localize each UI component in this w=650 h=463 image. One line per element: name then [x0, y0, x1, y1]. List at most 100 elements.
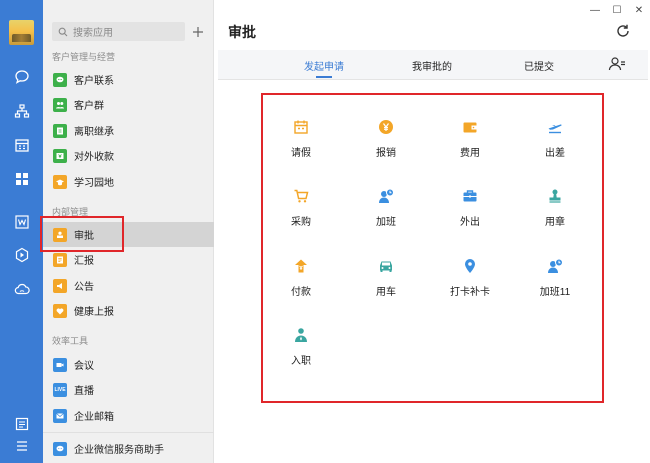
- sidebar-item-label: 企业邮箱: [74, 412, 114, 423]
- app-seal[interactable]: 用章: [525, 187, 585, 228]
- new-hire-icon: [292, 326, 310, 344]
- announcement-icon: [53, 278, 67, 293]
- payment-out-icon: [292, 257, 310, 275]
- minimize-button[interactable]: —: [584, 0, 606, 20]
- messages-icon[interactable]: [0, 62, 43, 92]
- study-icon: [53, 174, 67, 189]
- sidebar-item-label: 公告: [74, 282, 94, 293]
- stamp-icon: [546, 187, 564, 205]
- app-business-trip[interactable]: 出差: [525, 118, 585, 159]
- add-icon[interactable]: [189, 22, 207, 41]
- cart-icon: [292, 187, 310, 205]
- plane-icon: [546, 118, 564, 136]
- sidebar-item-announcement[interactable]: 公告: [43, 273, 214, 298]
- app-payment[interactable]: 付款: [271, 257, 331, 298]
- app-label: 入职: [291, 356, 311, 367]
- sidebar-item-health-report[interactable]: 健康上报: [43, 298, 214, 323]
- page-title: 审批: [228, 24, 256, 40]
- app-sidebar: 搜索应用 客户管理与经营 客户联系 客户群 离职继承 对外收款 学习园地 内部管…: [43, 0, 214, 463]
- tab-my-approvals[interactable]: 我审批的: [412, 58, 452, 73]
- cloud-icon[interactable]: [0, 274, 43, 304]
- sidebar-item-label: 学习园地: [74, 178, 114, 189]
- health-icon: [53, 303, 67, 318]
- app-overtime-11[interactable]: 加班11: [525, 257, 585, 298]
- app-expense[interactable]: 费用: [440, 118, 500, 159]
- tab-bar: 发起申请 我审批的 已提交: [218, 50, 648, 80]
- microdisk-icon[interactable]: [0, 240, 43, 270]
- search-input[interactable]: 搜索应用: [52, 22, 185, 41]
- app-label: 加班11: [539, 287, 571, 298]
- assistant-icon: [53, 441, 67, 456]
- app-overtime[interactable]: 加班: [356, 187, 416, 228]
- user-clock-icon: [377, 187, 395, 205]
- workbench-icon[interactable]: [0, 164, 43, 194]
- sidebar-item-label: 离职继承: [74, 127, 114, 138]
- refresh-icon[interactable]: [615, 23, 631, 39]
- sidebar-item-customer-group[interactable]: 客户群: [43, 92, 214, 117]
- app-vehicle[interactable]: 用车: [356, 257, 416, 298]
- app-label: 外出: [460, 217, 480, 228]
- car-icon: [377, 257, 395, 275]
- sidebar-item-label: 直播: [74, 386, 94, 397]
- sidebar-item-live[interactable]: LIVE 直播: [43, 377, 214, 402]
- search-icon: [58, 27, 68, 36]
- sidebar-item-customer-contact[interactable]: 客户联系: [43, 67, 214, 92]
- app-label: 用车: [376, 287, 396, 298]
- sidebar-item-meeting[interactable]: 会议: [43, 352, 214, 377]
- app-label: 打卡补卡: [450, 287, 490, 298]
- sidebar-item-label: 会议: [74, 361, 94, 372]
- report-icon: [53, 252, 67, 267]
- tab-submitted[interactable]: 已提交: [524, 58, 554, 73]
- approval-icon: [53, 227, 67, 242]
- contacts-icon[interactable]: [0, 96, 43, 126]
- sidebar-item-approval[interactable]: 审批: [43, 222, 214, 247]
- sidebar-item-study[interactable]: 学习园地: [43, 169, 214, 194]
- payment-icon: [53, 148, 67, 163]
- sidebar-item-label: 健康上报: [74, 307, 114, 318]
- app-leave[interactable]: 请假: [271, 118, 331, 159]
- maximize-button[interactable]: ☐: [606, 0, 628, 20]
- sidebar-item-label: 汇报: [74, 256, 94, 267]
- user-settings-icon[interactable]: [608, 56, 626, 72]
- sidebar-item-external-payment[interactable]: 对外收款: [43, 143, 214, 168]
- user-clock-icon: [546, 257, 564, 275]
- calendar-icon[interactable]: [0, 130, 43, 160]
- close-button[interactable]: ✕: [628, 0, 650, 20]
- sidebar-item-label: 企业微信服务商助手: [74, 445, 164, 456]
- app-label: 出差: [545, 148, 565, 159]
- menu-icon[interactable]: [0, 431, 43, 461]
- docs-icon[interactable]: [0, 207, 43, 237]
- app-label: 采购: [291, 217, 311, 228]
- tab-submit-request[interactable]: 发起申请: [304, 58, 344, 73]
- meeting-icon: [53, 357, 67, 372]
- sidebar-footer: 企业微信服务商助手: [43, 432, 214, 463]
- app-reimbursement[interactable]: 报销: [356, 118, 416, 159]
- handover-icon: [53, 123, 67, 138]
- sidebar-item-resignation-handover[interactable]: 离职继承: [43, 118, 214, 143]
- app-label: 用章: [545, 217, 565, 228]
- window-controls: — ☐ ✕: [584, 0, 650, 20]
- sidebar-item-label: 客户联系: [74, 76, 114, 87]
- app-outing[interactable]: 外出: [440, 187, 500, 228]
- wallet-icon: [461, 118, 479, 136]
- app-purchase[interactable]: 采购: [271, 187, 331, 228]
- app-label: 费用: [460, 148, 480, 159]
- section-title-internal: 内部管理: [52, 207, 89, 217]
- app-onboarding[interactable]: 入职: [271, 326, 331, 367]
- sidebar-item-mail[interactable]: 企业邮箱: [43, 403, 214, 428]
- yen-coin-icon: [377, 118, 395, 136]
- avatar[interactable]: [9, 20, 34, 45]
- briefcase-icon: [461, 187, 479, 205]
- live-icon: LIVE: [53, 382, 67, 397]
- chat-icon: [53, 72, 67, 87]
- app-clock-in-makeup[interactable]: 打卡补卡: [440, 257, 500, 298]
- nav-rail: [0, 0, 43, 463]
- section-title-efficiency: 效率工具: [52, 336, 89, 346]
- sidebar-item-report[interactable]: 汇报: [43, 247, 214, 272]
- app-label: 加班: [376, 217, 396, 228]
- sidebar-item-service-assistant[interactable]: 企业微信服务商助手: [43, 436, 214, 461]
- search-placeholder: 搜索应用: [73, 28, 113, 39]
- sidebar-item-label: 对外收款: [74, 152, 114, 163]
- calendar-icon: [292, 118, 310, 136]
- sidebar-item-label: 客户群: [74, 101, 104, 112]
